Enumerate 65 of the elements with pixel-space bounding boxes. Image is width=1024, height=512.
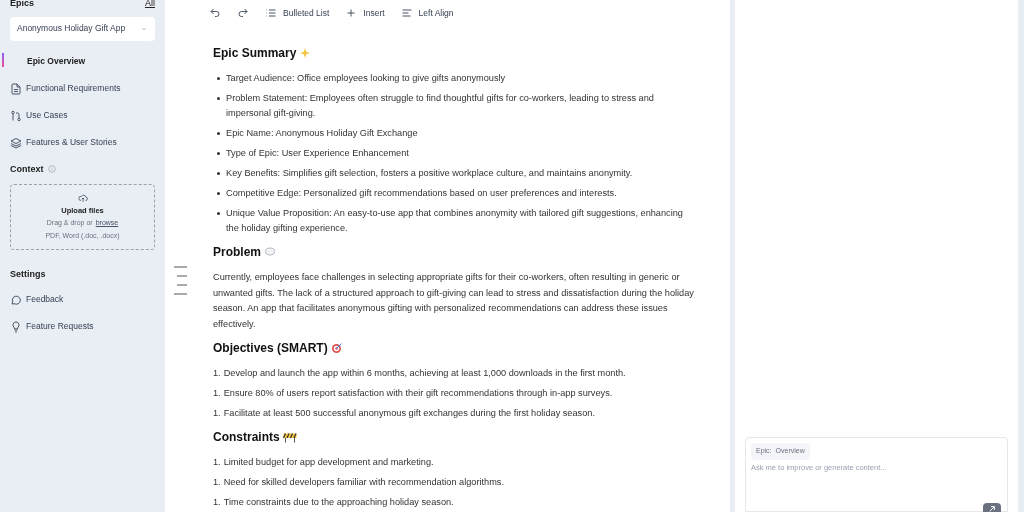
list-item-text: Limited budget for app development and marketing. [223,456,434,469]
selection-indicator [2,52,4,67]
target-icon [330,342,343,354]
chat-bubble-icon [10,293,22,306]
paragraph: Currently, employees face challenges in selecting appropriate gifts for their co-workers, often resulting in generic or unwanted gifts. The lack of a structured approach to gift-giving can lead to stress and dissatisfaction during the holiday season. An app that facilitates anonymous gifting with personalized recommendations can address these issues effectively. [213,271,695,331]
nav-item[interactable]: Functional Requirements [10,79,155,98]
section-heading: Epic Summary [213,45,297,62]
list-item-text: Develop and launch the app within 6 months, achieving at least 1,000 downloads in the first month. [223,367,626,380]
redo-button[interactable] [237,7,249,19]
bullet-icon [217,192,220,195]
undo-button[interactable] [209,7,221,19]
align-left-icon [400,7,413,19]
document-icon [10,82,22,95]
section-heading: Problem [213,244,261,261]
list-number: 1. [213,407,221,420]
section-heading: Objectives (SMART) [213,340,328,357]
settings-item[interactable]: Feedback [10,290,155,309]
bullet-text: Type of Epic: User Experience Enhancement [226,147,409,160]
bullet-icon [217,77,220,80]
nav-item[interactable]: Use Cases [10,106,155,125]
undo-icon [209,7,221,19]
list-number: 1. [213,367,221,380]
section-label: Epics [10,0,34,10]
list-number: 1. [213,476,221,489]
layers-icon [10,136,22,149]
bullet-text: Problem Statement: Employees often struggle to find thoughtful gifts for co-workers, leading to stress and impersonal gift-giving. [226,92,655,120]
branch-icon [10,109,22,122]
list-item-text: Time constraints due to the approaching holiday season. [223,496,454,509]
bullet-text: Unique Value Proposition: An easy-to-use app that combines anonymity with tailored gift suggestions, enhancing the holiday gifting experience. [226,207,684,235]
bullet-text: Key Benefits: Simplifies gift selection, fosters a positive workplace culture, and maintains anonymity. [226,167,633,180]
section-heading: Constraints [213,429,280,446]
bullet-icon [217,132,220,135]
info-icon [47,165,56,174]
bullet-icon [217,152,220,155]
star-icon [299,47,312,59]
list-number: 1. [213,387,221,400]
bullet-icon [217,97,220,100]
bullet-text: Target Audience: Office employees looking to give gifts anonymously [226,72,506,85]
bullet-icon [217,212,220,215]
list-item-text: Ensure 80% of users report satisfaction with their gift recommendations through in-app surveys. [223,387,613,400]
list-item-text: Need for skilled developers familiar with recommendation algorithms. [223,476,504,489]
list-number: 1. [213,456,221,469]
bullet-icon [217,172,220,175]
list-item-text: Facilitate at least 500 successful anonymous gift exchanges during the first holiday season. [223,407,595,420]
section-label: Context [10,162,44,176]
drag-handle-icon[interactable] [174,266,187,296]
speech-bubble-icon [264,246,276,258]
lightbulb-icon [10,320,22,333]
bullet-text: Competitive Edge: Personalized gift recommendations based on user preferences and interests. [226,187,617,200]
send-icon [988,505,996,512]
toolbar-button[interactable]: Bulleted List [265,6,330,20]
list-number: 1. [213,496,221,509]
cloud-upload-icon [77,192,88,203]
settings-item[interactable]: Feature Requests [10,317,155,336]
all-link[interactable]: All [145,0,155,11]
nav-item[interactable]: Features & User Stories [10,133,155,152]
nav-item[interactable]: Epic Overview [10,52,155,71]
redo-icon [237,7,249,19]
epic-select[interactable]: Anonymous Holiday Gift App [10,16,155,41]
plus-icon [345,7,358,19]
bullet-text: Epic Name: Anonymous Holiday Gift Exchange [226,127,418,140]
section-label: Settings [10,268,47,281]
toolbar-button[interactable]: Left Align [400,6,454,20]
toolbar-button[interactable]: Insert [345,6,385,20]
barrier-icon [282,431,297,443]
